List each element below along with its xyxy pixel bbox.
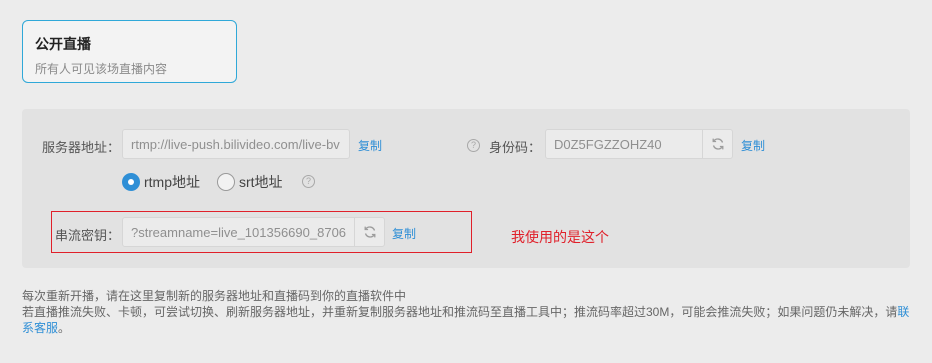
annotation-highlight-box xyxy=(51,211,472,253)
radio-rtmp-label: rtmp地址 xyxy=(144,174,200,190)
server-address-field[interactable]: rtmp://live-push.bilivideo.com/live-bv xyxy=(122,129,350,159)
mode-title: 公开直播 xyxy=(35,36,91,52)
notes-line-1: 每次重新开播，请在这里复制新的服务器地址和直播码到你的直播软件中 xyxy=(22,289,407,303)
help-notes: 每次重新开播，请在这里复制新的服务器地址和直播码到你的直播软件中 若直播推流失败… xyxy=(22,288,917,336)
radio-rtmp[interactable]: rtmp地址 xyxy=(122,172,200,192)
server-address-label: 服务器地址： xyxy=(42,140,121,155)
radio-rtmp-indicator[interactable] xyxy=(122,173,140,191)
mode-description: 所有人可见该场直播内容 xyxy=(35,62,168,76)
notes-line-2-text: 若直播推流失败、卡顿，可尝试切换、刷新服务器地址，并重新复制服务器地址和推流码至… xyxy=(22,305,898,319)
radio-srt[interactable]: srt地址 xyxy=(217,172,283,192)
question-circle-icon[interactable]: ? xyxy=(302,175,315,188)
radio-srt-indicator[interactable] xyxy=(217,173,235,191)
copy-identity-code-button[interactable]: 复制 xyxy=(741,137,765,154)
identity-code-field[interactable]: D0Z5FGZZOHZ40 xyxy=(545,129,733,159)
radio-srt-label: srt地址 xyxy=(239,174,283,190)
identity-code-value: D0Z5FGZZOHZ40 xyxy=(554,136,662,152)
server-address-value: rtmp://live-push.bilivideo.com/live-bv xyxy=(131,136,340,152)
notes-line-2-end: 。 xyxy=(58,321,71,335)
question-circle-icon[interactable]: ? xyxy=(467,139,480,152)
refresh-icon[interactable] xyxy=(702,130,732,158)
identity-code-label: 身份码： xyxy=(489,140,542,155)
notes-line-2: 若直播推流失败、卡顿，可尝试切换、刷新服务器地址，并重新复制服务器地址和推流码至… xyxy=(22,304,917,336)
annotation-text: 我使用的是这个 xyxy=(511,229,609,245)
public-live-mode-card[interactable]: 公开直播 所有人可见该场直播内容 xyxy=(22,20,237,83)
copy-server-address-button[interactable]: 复制 xyxy=(358,137,382,154)
